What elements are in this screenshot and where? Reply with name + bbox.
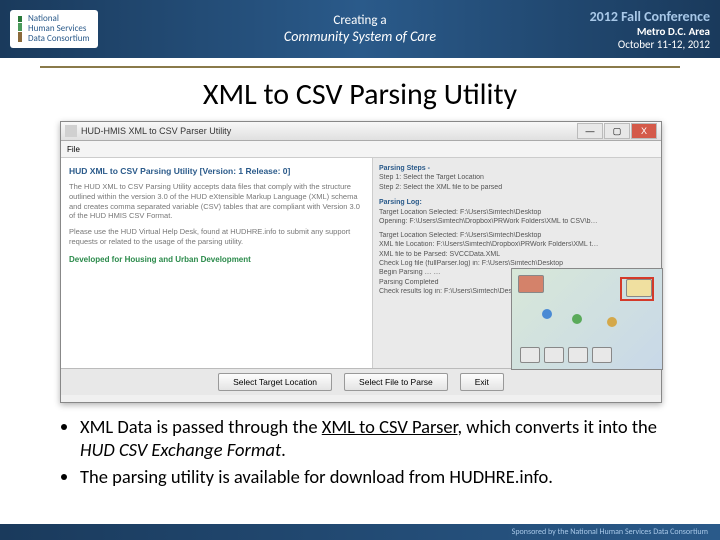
log-pane: Parsing Steps - Step 1: Select the Targe… (373, 158, 661, 368)
diagram-box-icon (626, 279, 652, 297)
close-button[interactable]: X (631, 123, 657, 139)
log-line: Check Log file (fullParser.log) in: F:\U… (379, 259, 655, 268)
app-window: HUD-HMIS XML to CSV Parser Utility — ▢ X… (60, 121, 662, 403)
window-titlebar: HUD-HMIS XML to CSV Parser Utility — ▢ X (61, 122, 661, 141)
log-line: Opening: F:\Users\Simtech\Dropbox\PRWork… (379, 217, 655, 226)
log-line: XML file to be Parsed: SVCCData.XML (379, 250, 655, 259)
bullet-list: XML Data is passed through the XML to CS… (40, 415, 680, 488)
developed-by: Developed for Housing and Urban Developm… (69, 255, 364, 264)
diagram-node-icon (542, 309, 552, 319)
header-tagline: Creating a Community System of Care (284, 13, 436, 45)
desc-para-1: The HUD XML to CSV Parsing Utility accep… (69, 182, 364, 221)
steps-heading: Parsing Steps - (379, 164, 655, 173)
log-line: Target Location Selected: F:\Users\Simte… (379, 231, 655, 240)
button-row: Select Target Location Select File to Pa… (61, 368, 661, 395)
step-2: Step 2: Select the XML file to be parsed (379, 183, 655, 192)
diagram-box-icon (592, 347, 612, 363)
menu-bar: File (61, 141, 661, 158)
info-pane: HUD XML to CSV Parsing Utility [Version:… (61, 158, 373, 368)
log-heading: Parsing Log: (379, 198, 655, 207)
maximize-button[interactable]: ▢ (604, 123, 630, 139)
diagram-node-icon (572, 314, 582, 324)
log-line: Target Location Selected: F:\Users\Simte… (379, 208, 655, 217)
exit-button[interactable]: Exit (460, 373, 504, 391)
flow-diagram (511, 268, 663, 370)
step-1: Step 1: Select the Target Location (379, 173, 655, 182)
header-banner: National Human Services Data Consortium … (0, 0, 720, 58)
app-icon (65, 125, 77, 137)
bullet-2: The parsing utility is available for dow… (80, 465, 680, 488)
menu-file[interactable]: File (67, 145, 80, 154)
util-heading: HUD XML to CSV Parsing Utility [Version:… (69, 166, 364, 176)
desc-para-2: Please use the HUD Virtual Help Desk, fo… (69, 227, 364, 247)
diagram-box-icon (518, 275, 544, 293)
bullet-1: XML Data is passed through the XML to CS… (80, 415, 680, 461)
diagram-node-icon (607, 317, 617, 327)
logo-bars-icon (18, 16, 22, 42)
window-title: HUD-HMIS XML to CSV Parser Utility (81, 126, 231, 136)
select-file-button[interactable]: Select File to Parse (344, 373, 448, 391)
slide-title: XML to CSV Parsing Utility (0, 76, 720, 113)
logo-text: National Human Services Data Consortium (28, 14, 90, 44)
select-target-button[interactable]: Select Target Location (218, 373, 332, 391)
minimize-button[interactable]: — (577, 123, 603, 139)
divider (40, 66, 680, 68)
diagram-box-icon (520, 347, 540, 363)
header-conference: 2012 Fall Conference Metro D.C. Area Oct… (590, 8, 710, 51)
diagram-box-icon (544, 347, 564, 363)
diagram-box-icon (568, 347, 588, 363)
log-line: XML file Location: F:\Users\Simtech\Drop… (379, 240, 655, 249)
footer-bar: Sponsored by the National Human Services… (0, 524, 720, 540)
nhsdc-logo: National Human Services Data Consortium (10, 10, 98, 48)
